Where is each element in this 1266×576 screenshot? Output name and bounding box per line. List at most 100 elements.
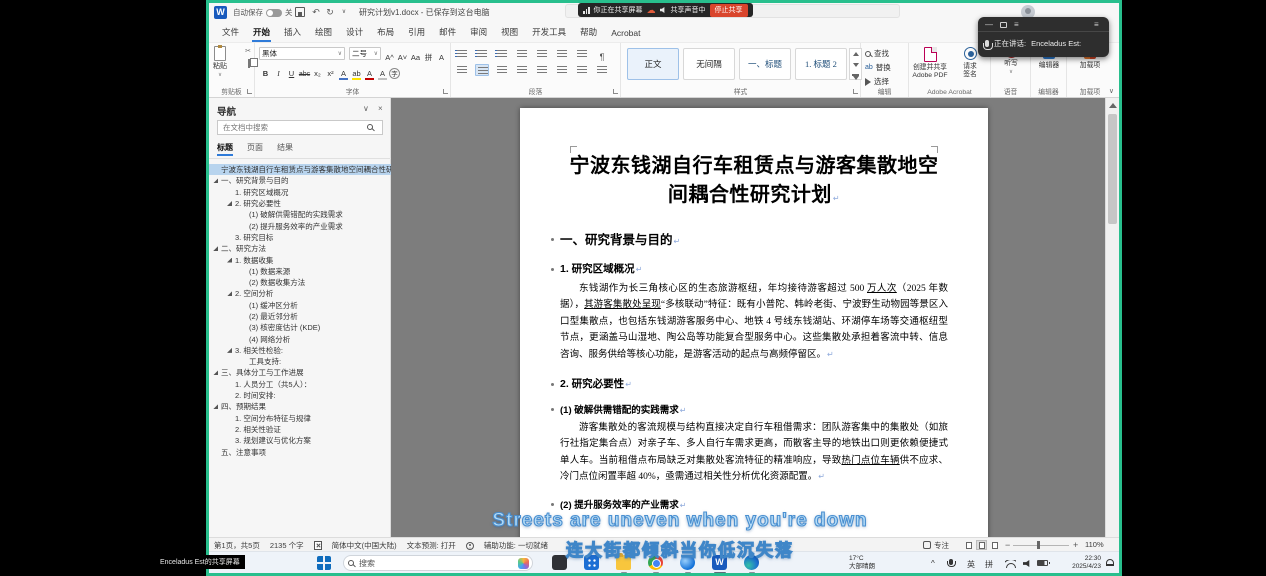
align-left-icon[interactable] [455, 64, 469, 76]
distribute-icon[interactable] [535, 64, 549, 76]
ribbon-tab-13[interactable]: Acrobat [604, 25, 647, 42]
format-tool-icon-3[interactable]: U [285, 68, 298, 80]
multilevel-list-icon[interactable] [495, 48, 509, 60]
justify-icon[interactable] [515, 64, 529, 76]
start-button[interactable] [317, 556, 331, 570]
clipboard-dialog-launcher[interactable] [247, 89, 252, 94]
read-mode-button[interactable] [963, 540, 974, 550]
nav-item-11[interactable]: (2) 数据收集方法 [209, 277, 391, 288]
format-tool-icon-1[interactable]: B [259, 68, 272, 80]
language-indicator[interactable]: 简体中文(中国大陆) [332, 540, 397, 551]
nav-close-icon[interactable]: × [378, 104, 383, 113]
line-spacing-icon[interactable] [555, 64, 569, 76]
style-chip-1[interactable]: 正文 [627, 48, 679, 80]
replace-button[interactable]: ab 替换 [865, 62, 891, 73]
ribbon-tab-10[interactable]: 视图 [494, 23, 525, 42]
style-chip-3[interactable]: 一、标题 [739, 48, 791, 80]
ribbon-tab-7[interactable]: 引用 [401, 23, 432, 42]
nav-item-10[interactable]: (1) 数据来源 [209, 266, 391, 277]
font-tool-icon-5[interactable]: A [435, 52, 448, 64]
volume-icon[interactable] [1023, 560, 1032, 567]
zoom-level[interactable]: 110% [1085, 540, 1104, 549]
font-tool-icon-4[interactable]: 拼 [422, 52, 435, 64]
zoom-slider-thumb[interactable] [1037, 541, 1040, 549]
style-chip-2[interactable]: 无间隔 [683, 48, 735, 80]
ribbon-tab-9[interactable]: 审阅 [463, 23, 494, 42]
document-canvas[interactable]: 宁波东钱湖自行车租赁点与游客集散地空间耦合性研究计划↵一、研究背景与目的↵1. … [391, 98, 1119, 537]
nav-search-input[interactable] [217, 120, 383, 135]
gallery-up-icon[interactable] [853, 52, 859, 56]
battery-icon[interactable] [1037, 560, 1048, 566]
nav-tab-2[interactable]: 页面 [247, 142, 263, 156]
font-dialog-launcher[interactable] [443, 89, 448, 94]
vertical-scrollbar[interactable] [1105, 98, 1119, 537]
taskbar-app-edge[interactable] [741, 554, 763, 573]
overlay-minimize-icon[interactable]: — [985, 20, 993, 29]
undo-icon[interactable]: ↶ [309, 5, 323, 19]
format-tool-icon-5[interactable]: x₂ [311, 68, 324, 80]
number-list-icon[interactable] [475, 48, 489, 60]
taskbar-app-apps[interactable] [581, 554, 603, 573]
nav-item-21[interactable]: 2. 时间安排: [209, 390, 391, 401]
ribbon-tab-5[interactable]: 设计 [339, 23, 370, 42]
overlay-list-icon[interactable]: ≡ [1014, 20, 1019, 29]
ribbon-tab-8[interactable]: 邮件 [432, 23, 463, 42]
taskbar-search[interactable]: 搜索 [343, 555, 533, 571]
sort-icon[interactable] [575, 48, 589, 60]
ribbon-tab-11[interactable]: 开发工具 [525, 23, 573, 42]
scroll-up-icon[interactable] [1109, 103, 1117, 108]
nav-item-16[interactable]: (4) 网络分析 [209, 333, 391, 344]
focus-icon[interactable] [923, 541, 931, 549]
format-tool-icon-2[interactable]: I [272, 68, 285, 80]
overlay-window-icon[interactable] [1000, 22, 1007, 28]
font-tool-icon-3[interactable]: Aa [409, 52, 422, 64]
save-icon[interactable] [295, 7, 305, 17]
ribbon-tab-6[interactable]: 布局 [370, 23, 401, 42]
page-indicator[interactable]: 第1页，共5页 [214, 540, 260, 551]
nav-item-7[interactable]: 3. 研究目标 [209, 232, 391, 243]
nav-item-23[interactable]: 1. 空间分布特征与规律 [209, 413, 391, 424]
nav-item-9[interactable]: 1. 数据收集 [209, 254, 391, 265]
nav-collapse-icon[interactable]: ∨ [363, 104, 369, 113]
decrease-indent-icon[interactable] [515, 48, 529, 60]
proofing-icon[interactable] [314, 541, 322, 550]
ribbon-tab-2[interactable]: 开始 [246, 23, 277, 42]
clock[interactable]: 22:30 2025/4/23 [1051, 555, 1101, 571]
nav-item-20[interactable]: 1. 人员分工（共5人）： [209, 379, 391, 390]
autosave-toggle[interactable] [266, 9, 282, 17]
word-count[interactable]: 2135 个字 [270, 540, 304, 551]
ribbon-tab-4[interactable]: 绘图 [308, 23, 339, 42]
borders-icon[interactable] [595, 64, 609, 76]
taskbar-app-browser[interactable] [677, 554, 699, 573]
ribbon-tab-3[interactable]: 插入 [277, 23, 308, 42]
asian-layout-icon[interactable] [555, 48, 569, 60]
nav-item-2[interactable]: 一、研究背景与目的 [209, 175, 391, 186]
bullet-list-icon[interactable] [455, 48, 469, 60]
zoom-out-button[interactable]: − [1005, 540, 1010, 550]
format-tool-icon-10[interactable]: A [376, 68, 389, 80]
document-page[interactable]: 宁波东钱湖自行车租赁点与游客集散地空间耦合性研究计划↵一、研究背景与目的↵1. … [520, 108, 988, 537]
format-tool-icon-11[interactable]: 字 [389, 68, 400, 79]
nav-item-15[interactable]: (3) 核密度估计 (KDE) [209, 322, 391, 333]
nav-item-26[interactable]: 五、注意事项 [209, 446, 391, 457]
nav-item-19[interactable]: 三、具体分工与工作进展 [209, 367, 391, 378]
nav-item-6[interactable]: (2) 提升服务效率的产业需求 [209, 220, 391, 231]
format-tool-icon-9[interactable]: A [363, 68, 376, 80]
nav-item-12[interactable]: 2. 空间分析 [209, 288, 391, 299]
nav-tab-1[interactable]: 标题 [217, 142, 233, 156]
taskbar-app-widget[interactable] [549, 554, 571, 573]
shading-icon[interactable] [575, 64, 589, 76]
nav-item-1[interactable]: 宁波东钱湖自行车租赁点与游客集散地空间耦合性研究计划 [209, 164, 391, 175]
taskbar-app-chrome[interactable] [645, 554, 667, 573]
format-tool-icon-7[interactable]: A [337, 68, 350, 80]
doc-content[interactable]: 宁波东钱湖自行车租赁点与游客集散地空间耦合性研究计划↵一、研究背景与目的↵1. … [560, 152, 948, 511]
tray-expand-icon[interactable]: ^ [931, 559, 935, 568]
search-highlight-icon[interactable] [518, 558, 529, 569]
tray-microphone-icon[interactable] [949, 559, 953, 565]
paragraph-dialog-launcher[interactable] [613, 89, 618, 94]
nav-item-25[interactable]: 3. 规划建议与优化方案 [209, 435, 391, 446]
gallery-down-icon[interactable] [853, 63, 859, 67]
zoom-slider[interactable] [1013, 545, 1069, 546]
document-title[interactable]: 研究计划v1.docx - 已保存到这台电脑 [359, 7, 490, 18]
meeting-voice-overlay[interactable]: — ≡ ≡ 正在讲话: Enceladus Est: [978, 17, 1109, 57]
